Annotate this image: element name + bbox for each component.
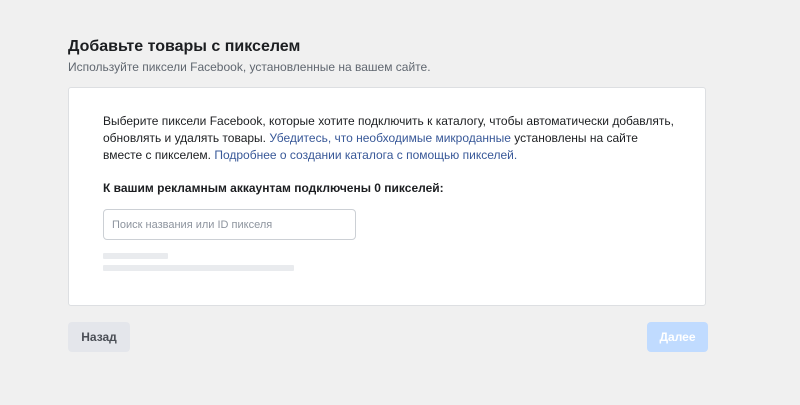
page-title: Добавьте товары с пикселем: [68, 38, 301, 55]
next-button[interactable]: Далее: [647, 322, 708, 352]
page: Добавьте товары с пикселем Используйте п…: [0, 0, 800, 405]
loading-placeholder-line: [103, 253, 168, 259]
loading-placeholder-line: [103, 265, 294, 271]
description-text: Выберите пиксели Facebook, которые хотит…: [103, 113, 678, 164]
learn-more-link[interactable]: Подробнее о создании каталога с помощью …: [214, 148, 517, 162]
connected-pixels-count: К вашим рекламным аккаунтам подключены 0…: [103, 181, 444, 195]
header: Добавьте товары с пикселем Используйте п…: [68, 37, 708, 75]
pixel-selection-card: Выберите пиксели Facebook, которые хотит…: [68, 87, 706, 306]
microdata-link[interactable]: Убедитесь, что необходимые микроданные: [269, 131, 511, 145]
page-subtitle: Используйте пиксели Facebook, установлен…: [68, 60, 431, 74]
back-button[interactable]: Назад: [68, 322, 130, 352]
pixel-search-input[interactable]: [103, 209, 356, 240]
